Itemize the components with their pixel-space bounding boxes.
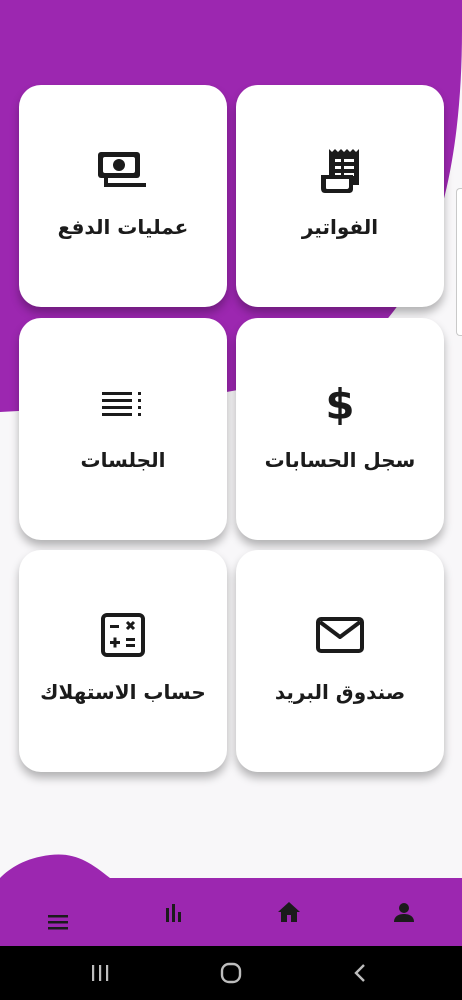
system-navigation-bar	[0, 946, 462, 1000]
back-icon[interactable]	[340, 958, 380, 988]
home-icon[interactable]	[271, 894, 307, 930]
bottom-nav-bar	[0, 854, 462, 946]
home-circle-icon[interactable]	[211, 958, 251, 988]
bar-chart-icon[interactable]	[156, 894, 192, 930]
menu-icon[interactable]	[40, 904, 76, 940]
profile-icon[interactable]	[386, 894, 422, 930]
recent-apps-icon[interactable]	[80, 958, 120, 988]
